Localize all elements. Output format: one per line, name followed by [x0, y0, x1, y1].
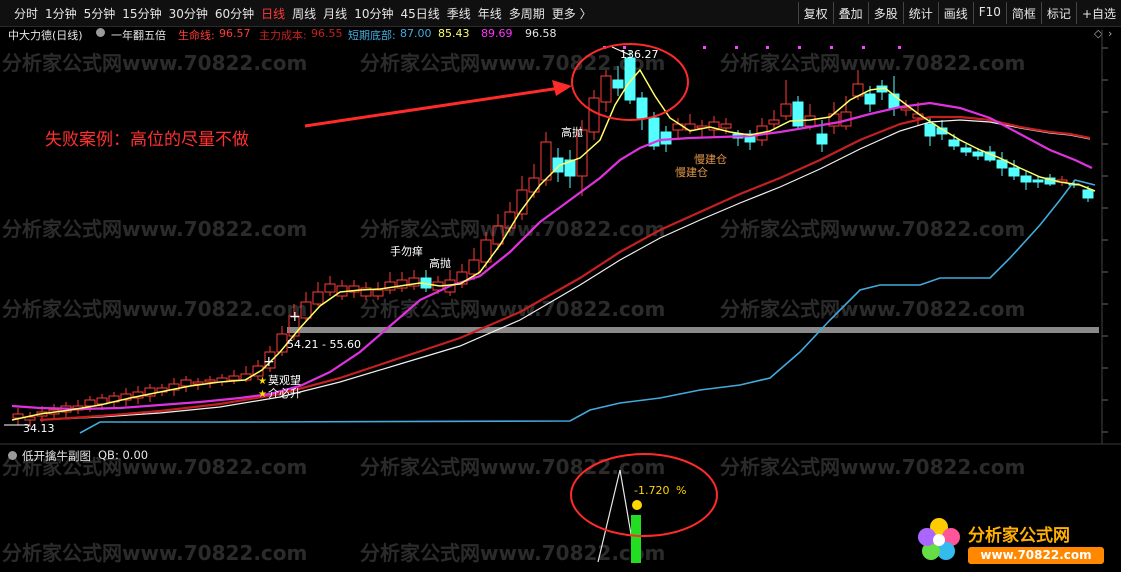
range-band: [287, 327, 1099, 333]
candle-body: [528, 177, 540, 193]
low-price-label: 34.13: [23, 422, 55, 435]
candle-body: [972, 151, 984, 157]
candle-body: [600, 75, 612, 103]
watermark-text: 分析家公式网www.70822.com: [360, 455, 665, 479]
watermark-text: 分析家公式网www.70822.com: [2, 51, 307, 75]
range-label: 54.21 - 55.60: [287, 338, 361, 351]
marker-dot: [766, 46, 769, 49]
candle-body: [720, 123, 732, 129]
candle-body: [660, 131, 672, 145]
candle-body: [816, 133, 828, 145]
candle-body: [204, 379, 216, 383]
candle-body: [1082, 189, 1094, 199]
right-axis: [1101, 30, 1108, 444]
candle-body: [948, 139, 960, 147]
label-sell-high-1: 高抛: [561, 125, 583, 139]
candle-body: [1008, 167, 1020, 177]
label-slow-build-1: 慢建仓: [694, 152, 727, 166]
candle-body: [324, 283, 336, 293]
label-will-rise: 介必升: [268, 387, 301, 400]
logo-url: www.70822.com: [968, 547, 1104, 564]
marker-dot: [862, 46, 865, 49]
candle-body: [780, 103, 792, 117]
sub-qb-value: QB: 0.00: [98, 448, 149, 462]
candle-body: [624, 57, 636, 101]
watermark-text: 分析家公式网www.70822.com: [2, 541, 307, 565]
marker-dot: [898, 46, 901, 49]
cross-marker: +: [289, 309, 301, 325]
candle-body: [468, 259, 480, 275]
label-dont-wait: 莫观望: [268, 374, 301, 387]
candle-body: [192, 381, 204, 385]
annotation-arrow: [304, 86, 561, 128]
logo-flower-icon: [918, 518, 960, 560]
sub-pct-unit: %: [676, 484, 686, 497]
cross-marker: +: [263, 354, 275, 370]
sub-indicator-name[interactable]: 低开擒牛副图: [22, 448, 91, 464]
arrow-head: [552, 80, 572, 96]
watermark-text: 分析家公式网www.70822.com: [720, 455, 1025, 479]
kline-chart: 分析家公式网www.70822.com 分析家公式网www.70822.com 分析…: [0, 30, 1121, 565]
watermark-text: 分析家公式网www.70822.com: [720, 297, 1025, 321]
candle-body: [792, 101, 804, 127]
candle-body: [924, 123, 936, 137]
candle-body: [1032, 179, 1044, 183]
marker-dot: [735, 46, 738, 49]
marker-dot: [830, 46, 833, 49]
watermark-text: 分析家公式网www.70822.com: [2, 217, 307, 241]
candle-body: [372, 289, 384, 297]
star-icon: ★: [258, 376, 267, 387]
label-sell-high-2: 高抛: [429, 256, 451, 270]
candle-body: [180, 379, 192, 387]
watermark-text: 分析家公式网www.70822.com: [720, 217, 1025, 241]
fail-case-note: 失败案例：高位的尽量不做: [45, 130, 249, 150]
watermark-text: 分析家公式网www.70822.com: [360, 297, 665, 321]
candle-body: [384, 281, 396, 291]
logo-text: 分析家公式网: [968, 526, 1070, 546]
marker-dot: [798, 46, 801, 49]
star-icon: ★: [258, 389, 267, 400]
watermark-text: 分析家公式网www.70822.com: [720, 51, 1025, 75]
candle-body: [864, 93, 876, 105]
marker-dot: [703, 46, 706, 49]
watermark-text: 分析家公式网www.70822.com: [360, 217, 665, 241]
sub-pct-value: -1.720: [634, 484, 669, 497]
watermark-text: 分析家公式网www.70822.com: [2, 297, 307, 321]
candle-body: [540, 141, 552, 181]
label-hands-off: 手勿痒: [390, 244, 423, 258]
sad-face-icon: [632, 500, 642, 510]
sub-green-bar: [631, 515, 641, 563]
yellow-ma-line: [11, 68, 1096, 421]
label-slow-build-2: 慢建仓: [675, 165, 708, 179]
candle-body: [588, 97, 600, 133]
candle-body: [312, 291, 324, 305]
candle-body: [228, 375, 240, 381]
candle-body: [804, 115, 816, 127]
candle-body: [900, 107, 912, 111]
candle-body: [1020, 175, 1032, 183]
candle-body: [84, 399, 96, 407]
candle-body: [612, 79, 624, 89]
watermark-text: 分析家公式网www.70822.com: [360, 541, 665, 565]
watermark-layer: 分析家公式网www.70822.com 分析家公式网www.70822.com 分析…: [2, 51, 1025, 565]
candle-body: [960, 147, 972, 153]
candle-body: [768, 119, 780, 125]
candle-body: [636, 97, 648, 119]
high-price-label: 136.27: [620, 48, 659, 61]
